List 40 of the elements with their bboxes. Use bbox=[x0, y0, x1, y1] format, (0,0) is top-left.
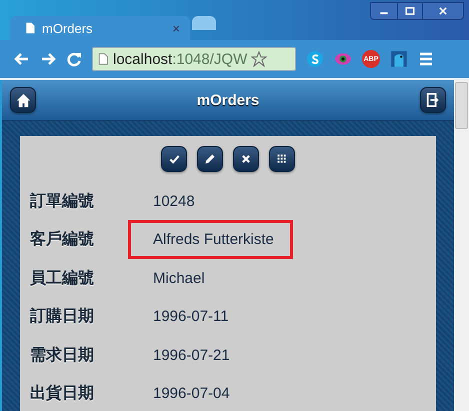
maximize-icon bbox=[405, 6, 415, 16]
home-icon bbox=[16, 92, 30, 108]
field-label: 員工編號 bbox=[29, 268, 95, 289]
page-icon bbox=[97, 52, 109, 66]
forward-icon bbox=[40, 51, 56, 67]
field-value: Michael bbox=[152, 268, 206, 289]
close-tab-button[interactable]: × bbox=[172, 20, 180, 36]
browser-tab[interactable]: mOrders × bbox=[10, 16, 190, 40]
field-value: Alfreds Futterkiste bbox=[128, 220, 293, 260]
field-value: 1996-07-04 bbox=[152, 384, 231, 404]
back-icon bbox=[14, 51, 30, 67]
check-icon bbox=[168, 154, 180, 164]
field-value: 1996-07-21 bbox=[152, 346, 231, 366]
field-label: 出貨日期 bbox=[29, 384, 95, 404]
app-title: mOrders bbox=[196, 92, 260, 108]
field-label: 需求日期 bbox=[29, 346, 95, 366]
star-icon bbox=[251, 51, 268, 67]
grid-icon bbox=[277, 154, 287, 164]
home-button[interactable] bbox=[10, 87, 36, 113]
delete-button[interactable] bbox=[233, 146, 259, 172]
address-bar[interactable]: localhost:1048/JQW bbox=[92, 47, 296, 71]
page-icon bbox=[24, 21, 36, 35]
field-label: 客戶編號 bbox=[29, 229, 95, 250]
field-label: 訂單編號 bbox=[28, 192, 95, 212]
scrollbar-thumb[interactable] bbox=[455, 82, 468, 129]
close-icon bbox=[438, 6, 448, 16]
edit-button[interactable] bbox=[197, 146, 223, 172]
bird-icon bbox=[390, 50, 408, 68]
logout-button[interactable] bbox=[420, 87, 446, 113]
close-icon bbox=[241, 154, 251, 164]
grid-button[interactable] bbox=[269, 146, 295, 172]
pencil-icon bbox=[204, 153, 216, 165]
field-value: 1996-07-11 bbox=[152, 307, 230, 328]
field-value: 10248 bbox=[152, 192, 196, 212]
logout-icon bbox=[426, 93, 440, 107]
check-button[interactable] bbox=[161, 146, 187, 172]
field-label: 訂購日期 bbox=[28, 306, 95, 328]
menu-icon bbox=[418, 51, 434, 67]
reload-icon bbox=[66, 51, 82, 67]
skype-icon bbox=[306, 50, 324, 68]
